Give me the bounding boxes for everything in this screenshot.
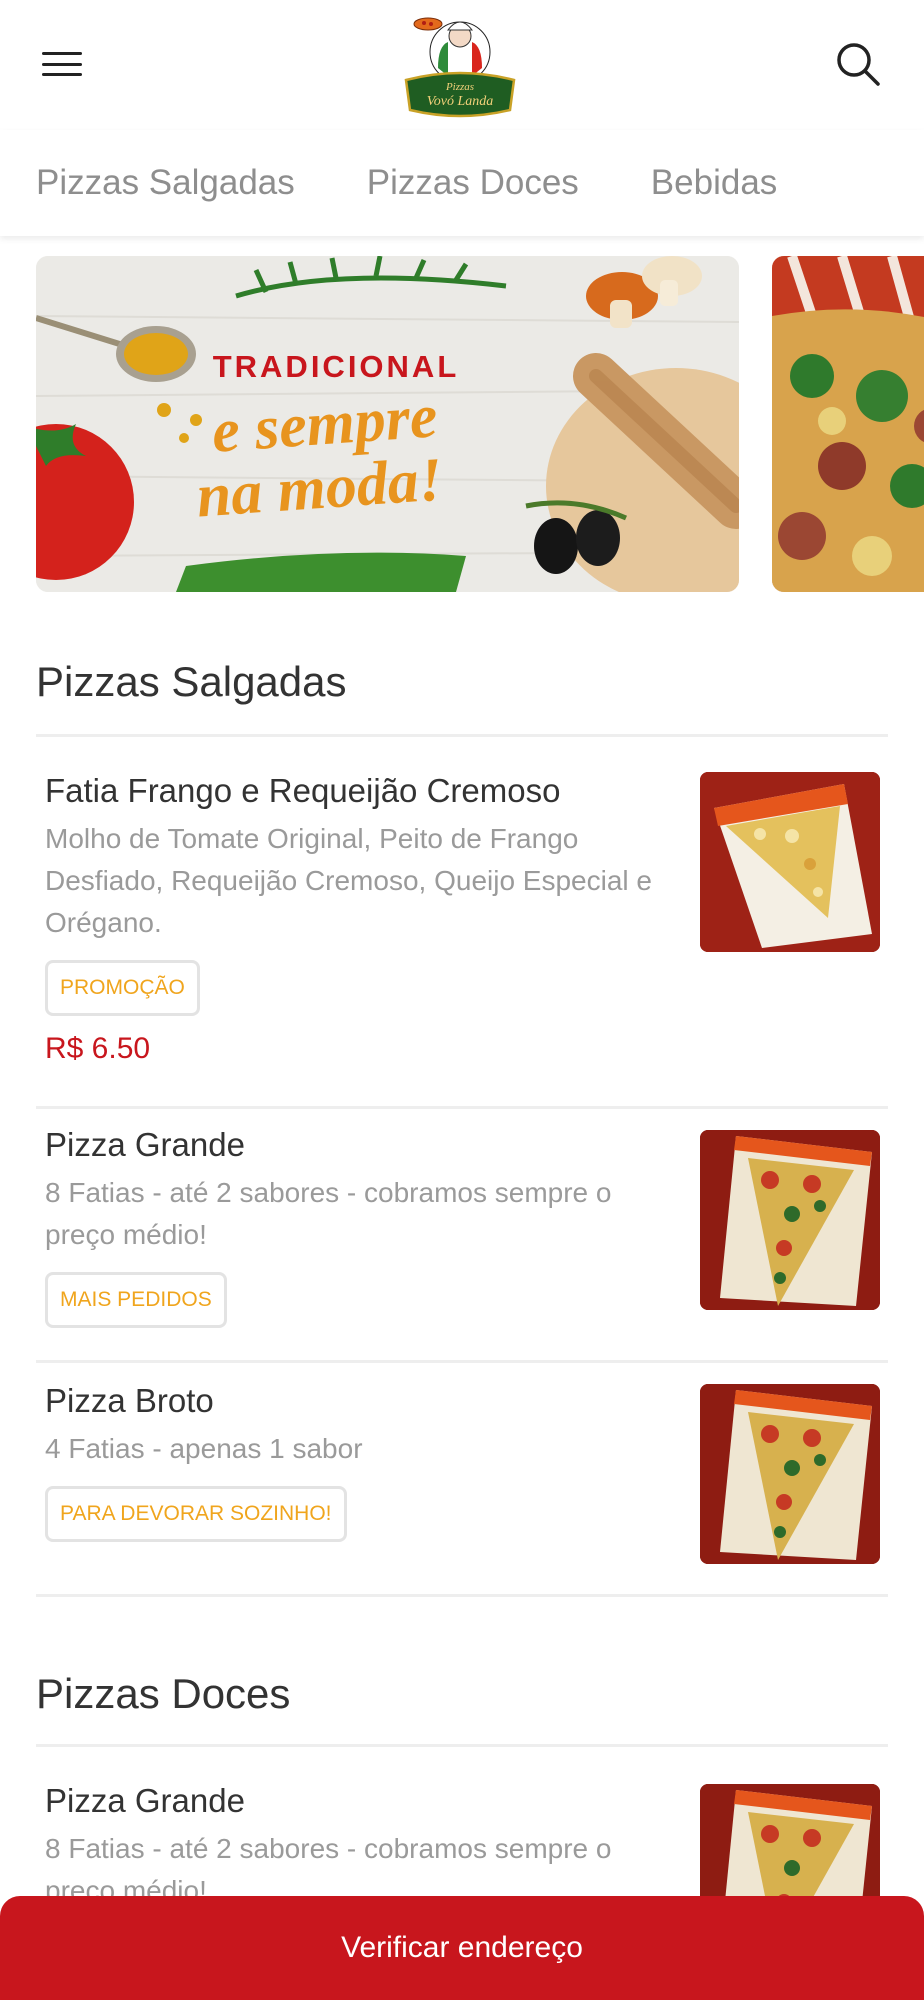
banner-carousel[interactable]: TRADICIONAL e sempre na moda! bbox=[0, 256, 924, 592]
item-name: Pizza Grande bbox=[45, 1126, 245, 1163]
item-photo bbox=[700, 1384, 880, 1564]
item-price: R$ 6.50 bbox=[45, 1032, 151, 1065]
hamburger-menu-icon[interactable] bbox=[38, 46, 86, 82]
section-title-pizzas-salgadas: Pizzas Salgadas bbox=[36, 658, 347, 705]
search-icon[interactable] bbox=[830, 36, 886, 92]
item-badge: MAIS PEDIDOS bbox=[45, 1272, 227, 1328]
item-divider bbox=[36, 1360, 888, 1363]
brand-logo[interactable]: Pizzas Vovó Landa bbox=[398, 6, 522, 124]
item-description: 4 Fatias - apenas 1 sabor bbox=[45, 1433, 363, 1464]
section-divider bbox=[36, 1744, 888, 1747]
item-badge: PARA DEVORAR SOZINHO! bbox=[45, 1486, 347, 1542]
category-tabs: Pizzas Salgadas Pizzas Doces Bebidas bbox=[0, 130, 924, 236]
verify-address-button[interactable]: Verificar endereço bbox=[0, 1896, 924, 2000]
item-photo bbox=[700, 1130, 880, 1310]
tab-pizzas-salgadas[interactable]: Pizzas Salgadas bbox=[36, 163, 295, 203]
item-description: 8 Fatias - até 2 sabores - cobramos semp… bbox=[45, 1177, 612, 1250]
logo-text-line1: Pizzas bbox=[445, 81, 474, 93]
tab-bebidas[interactable]: Bebidas bbox=[651, 163, 777, 203]
banner-title: TRADICIONAL bbox=[213, 349, 460, 384]
menu-item-pizza-grande[interactable]: Pizza Grande 8 Fatias - até 2 sabores - … bbox=[36, 1112, 888, 1360]
item-description: Molho de Tomate Original, Peito de Frang… bbox=[45, 823, 652, 938]
section-divider bbox=[36, 734, 888, 737]
banner-tradicional[interactable]: TRADICIONAL e sempre na moda! bbox=[36, 256, 739, 592]
item-divider bbox=[36, 1106, 888, 1109]
section-end-divider bbox=[36, 1594, 888, 1597]
banner-pizza-preview[interactable] bbox=[772, 256, 924, 592]
logo-text-line2: Vovó Landa bbox=[427, 94, 494, 109]
section-title-pizzas-doces: Pizzas Doces bbox=[36, 1670, 291, 1717]
item-name: Pizza Grande bbox=[45, 1782, 245, 1819]
top-bar: Pizzas Vovó Landa bbox=[0, 0, 924, 130]
menu-item-fatia-frango[interactable]: Fatia Frango e Requeijão Cremoso Molho d… bbox=[36, 740, 888, 1106]
tab-pizzas-doces[interactable]: Pizzas Doces bbox=[367, 163, 579, 203]
item-name: Fatia Frango e Requeijão Cremoso bbox=[45, 772, 561, 809]
item-photo bbox=[700, 772, 880, 952]
item-badge: PROMOÇÃO bbox=[45, 960, 200, 1016]
menu-item-pizza-broto[interactable]: Pizza Broto 4 Fatias - apenas 1 sabor PA… bbox=[36, 1366, 888, 1594]
item-name: Pizza Broto bbox=[45, 1382, 214, 1419]
